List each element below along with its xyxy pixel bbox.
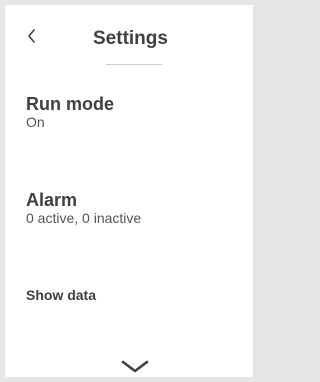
scroll-down-button[interactable] [118,359,152,377]
title-divider [106,64,162,65]
run-mode-value: On [26,114,45,130]
run-mode-item[interactable]: Run mode On [26,94,114,131]
chevron-down-icon [121,359,149,377]
show-data-link[interactable]: Show data [26,287,96,303]
alarm-value: 0 active, 0 inactive [26,210,142,226]
alarm-item[interactable]: Alarm 0 active, 0 inactive [26,190,141,227]
chevron-left-icon [27,28,37,48]
back-button[interactable] [23,27,41,49]
page-title: Settings [93,28,168,49]
run-mode-label: Run mode [26,94,114,114]
settings-screen: Settings Run mode On Alarm 0 active, 0 i… [5,5,253,377]
alarm-label: Alarm [26,190,78,210]
